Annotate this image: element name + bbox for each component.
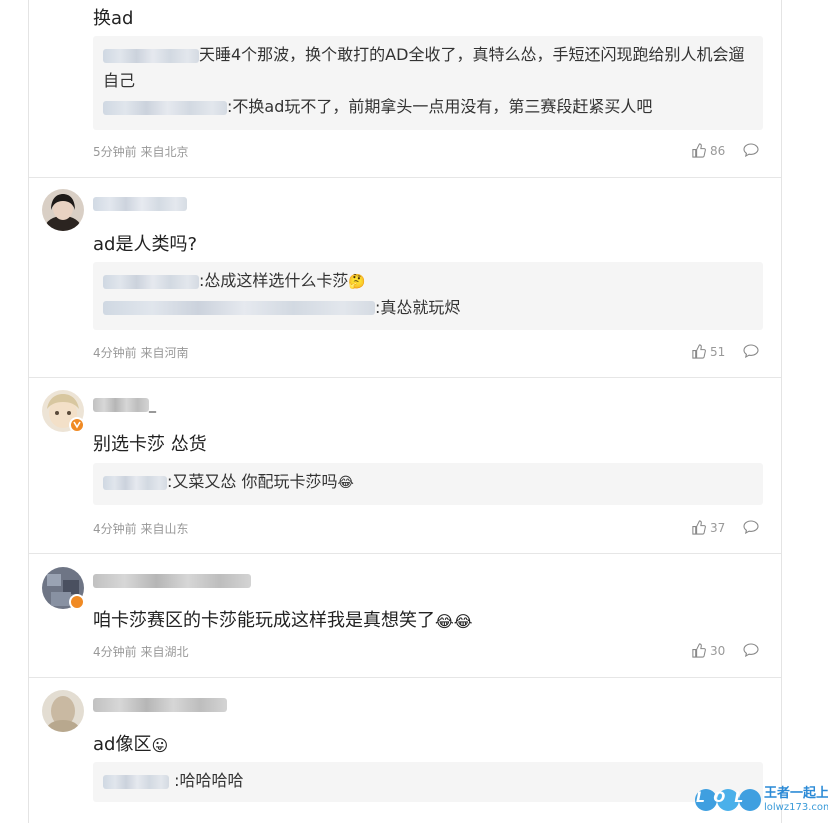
reply-text: 真怂就玩烬	[380, 297, 461, 317]
comment-text: ad是人类吗?	[93, 234, 198, 255]
comment-bubble-icon[interactable]	[743, 344, 759, 358]
avatar[interactable]	[41, 188, 85, 232]
watermark-title: 王者一起上	[764, 786, 828, 801]
comment-meta: 4分钟前 来自河南	[93, 346, 189, 360]
verified-badge-icon	[69, 417, 85, 433]
like-button[interactable]: 51	[691, 344, 725, 359]
thinking-emoji-icon: 🤔	[348, 273, 366, 290]
reply-item[interactable]: :真怂就玩烬	[103, 295, 753, 321]
username[interactable]	[93, 573, 251, 589]
thumb-up-icon	[692, 520, 706, 535]
comment-bubble-icon[interactable]	[743, 143, 759, 157]
like-button[interactable]: 30	[691, 643, 725, 658]
user-avatar-image	[42, 189, 84, 231]
tongue-emoji-icon: 😛	[151, 735, 169, 755]
thumb-up-icon	[692, 643, 706, 658]
blurred-username[interactable]	[103, 48, 199, 63]
watermark-logo-text: LOL	[696, 790, 753, 806]
divider	[29, 377, 781, 378]
comment-meta: 4分钟前 来自湖北	[93, 645, 189, 659]
reply-text: 又菜又怂 你配玩卡莎吗	[172, 472, 338, 491]
reply-item[interactable]: :又菜又怂 你配玩卡莎吗😂	[103, 469, 753, 496]
like-count: 30	[710, 643, 726, 658]
reply-text: 哈哈哈哈	[179, 771, 244, 790]
laughing-emoji-icon: 😂😂	[435, 611, 473, 631]
username[interactable]: _	[93, 397, 156, 413]
site-watermark: LOL 王者一起上 lolwz173.com	[694, 780, 828, 820]
reply-text: 怂成这样选什么卡莎	[204, 271, 349, 290]
blurred-username[interactable]	[103, 475, 167, 490]
blurred-username[interactable]	[93, 574, 251, 588]
avatar[interactable]	[41, 689, 85, 733]
like-count: 37	[710, 520, 726, 535]
comment-text: 咱卡莎赛区的卡莎能玩成这样我是真想笑了😂😂	[93, 606, 472, 632]
blurred-username[interactable]	[93, 197, 187, 211]
reply-item[interactable]: :不换ad玩不了，前期拿头一点用没有，第三赛段赶紧买人吧	[103, 94, 753, 120]
comment-text: 别选卡莎 怂货	[93, 434, 207, 455]
username[interactable]	[93, 697, 227, 713]
avatar[interactable]	[41, 566, 85, 610]
blurred-username[interactable]	[93, 398, 149, 412]
reply-item[interactable]: :哈哈哈哈	[103, 768, 753, 794]
reply-item[interactable]: :怂成这样选什么卡莎🤔	[103, 268, 753, 295]
reply-text: 天睡4个那波，换个敢打的AD全收了，真特么怂，手短还闪现跑给别人机会遛自己	[103, 45, 745, 90]
comment-meta: 4分钟前 来自山东	[93, 522, 189, 536]
reply-item[interactable]: 天睡4个那波，换个敢打的AD全收了，真特么怂，手短还闪现跑给别人机会遛自己	[103, 42, 753, 94]
like-button[interactable]: 37	[691, 520, 725, 535]
like-count: 86	[710, 143, 726, 158]
blurred-username[interactable]	[103, 100, 227, 115]
badge-icon	[69, 594, 85, 610]
reply-box: :哈哈哈哈	[93, 762, 763, 802]
watermark-url: lolwz173.com	[764, 802, 828, 813]
reply-box: :又菜又怂 你配玩卡莎吗😂	[93, 463, 763, 505]
comment-text: ad像区😛	[93, 730, 168, 756]
comment-bubble-icon[interactable]	[743, 520, 759, 534]
comment-text-body: ad像区	[93, 734, 152, 755]
reply-text: 不换ad玩不了，前期拿头一点用没有，第三赛段赶紧买人吧	[232, 97, 653, 116]
username-suffix: _	[149, 397, 156, 413]
laughing-emoji-icon: 😂	[337, 474, 354, 491]
username[interactable]	[93, 196, 187, 212]
comment-bubble-icon[interactable]	[743, 643, 759, 657]
thumb-up-icon	[692, 344, 706, 359]
blurred-username[interactable]	[93, 698, 227, 712]
divider	[29, 177, 781, 178]
reply-box: 天睡4个那波，换个敢打的AD全收了，真特么怂，手短还闪现跑给别人机会遛自己 :不…	[93, 36, 763, 130]
divider	[29, 553, 781, 554]
thumb-up-icon	[692, 143, 706, 158]
blurred-username[interactable]	[103, 774, 169, 789]
like-button[interactable]: 86	[691, 143, 725, 158]
reply-box: :怂成这样选什么卡莎🤔 :真怂就玩烬	[93, 262, 763, 330]
comment-text-body: 咱卡莎赛区的卡莎能玩成这样我是真想笑了	[93, 610, 435, 631]
comment-feed: 换ad 天睡4个那波，换个敢打的AD全收了，真特么怂，手短还闪现跑给别人机会遛自…	[28, 0, 782, 823]
like-count: 51	[710, 344, 726, 359]
divider	[29, 677, 781, 678]
user-avatar-image	[42, 690, 84, 732]
blurred-username[interactable]	[103, 274, 199, 289]
comment-meta: 5分钟前 来自北京	[93, 145, 189, 159]
comment-text: 换ad	[93, 8, 134, 29]
blurred-username[interactable]	[103, 301, 375, 315]
avatar[interactable]	[41, 389, 85, 433]
